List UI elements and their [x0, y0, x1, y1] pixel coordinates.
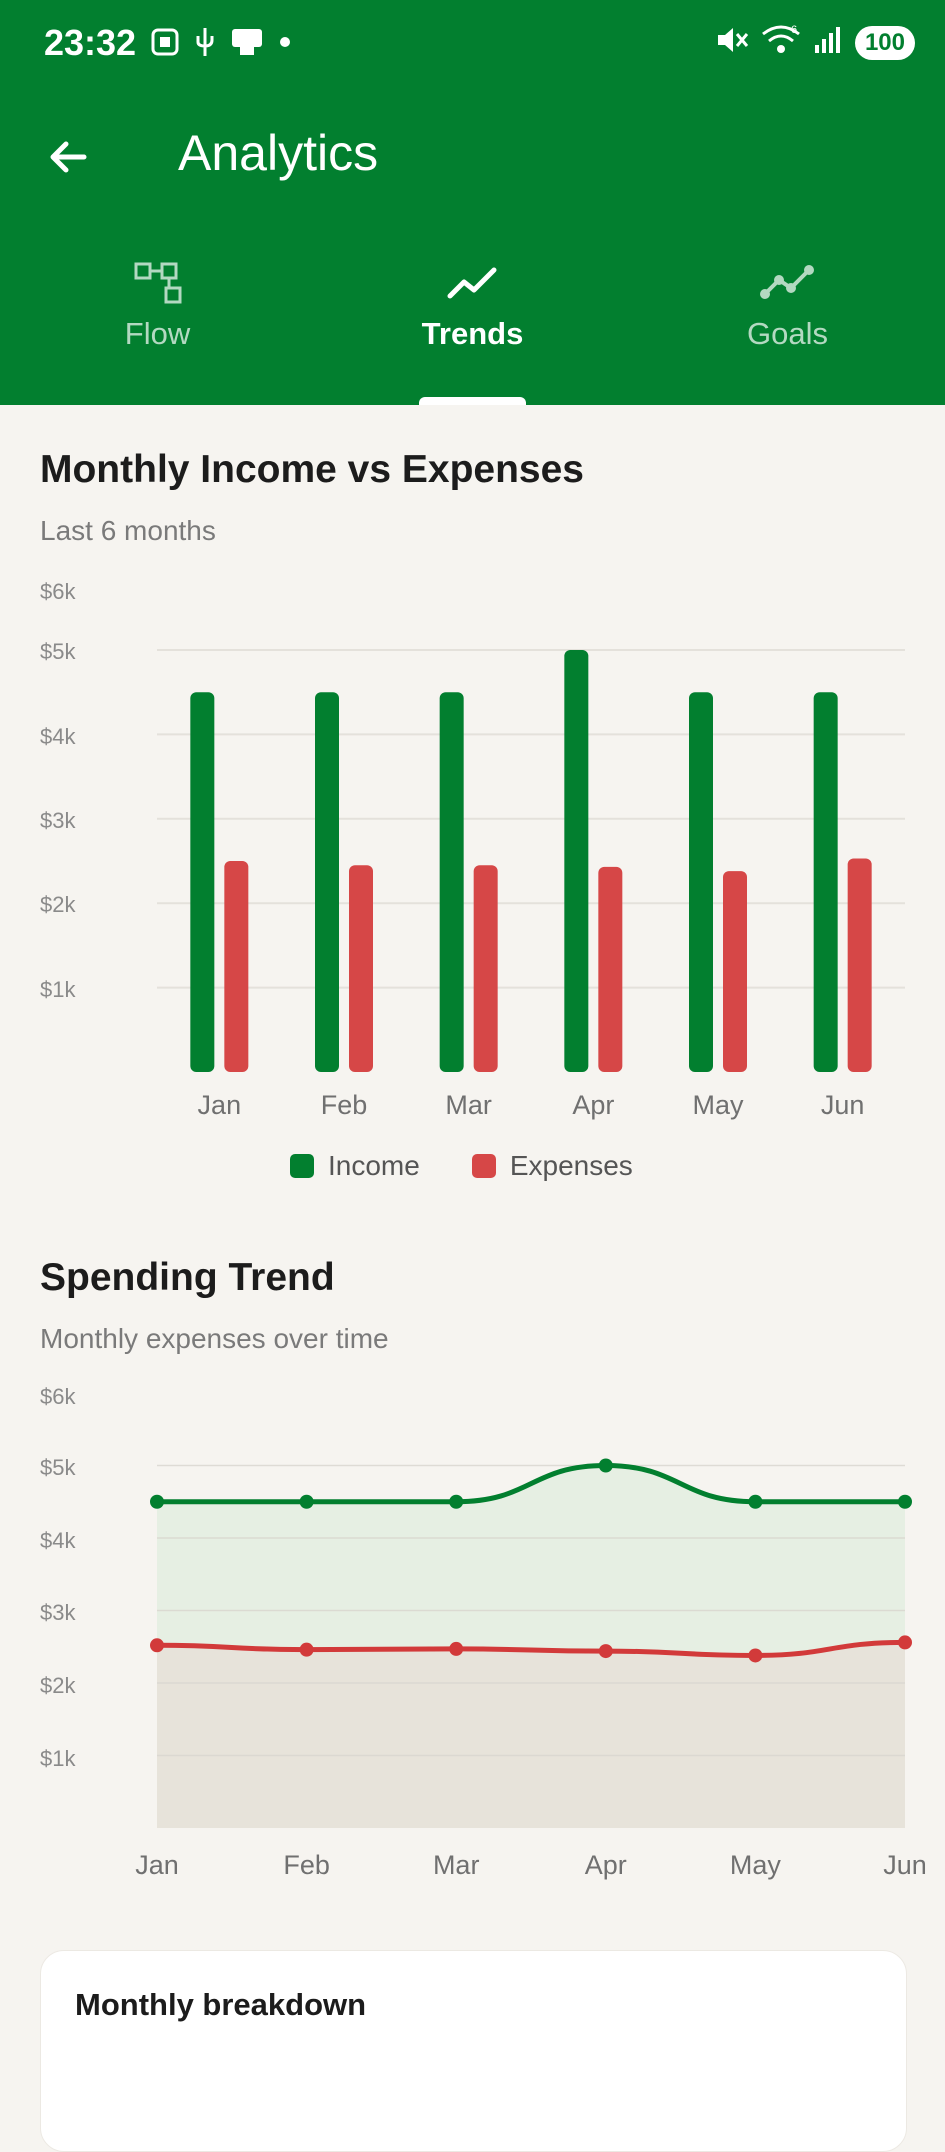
income-point	[150, 1494, 164, 1509]
trend-icon	[447, 267, 496, 299]
income-bar	[689, 692, 713, 1072]
tab-flow[interactable]: Flow	[0, 250, 315, 405]
expenses-bar	[473, 865, 498, 1072]
expenses-bar	[847, 858, 872, 1072]
signal-icon	[813, 25, 843, 60]
income-vs-expenses-subtitle: Last 6 months	[40, 515, 216, 546]
income-bar	[813, 692, 838, 1072]
flow-icon	[134, 262, 181, 304]
tab-flow-label: Flow	[124, 316, 191, 351]
income-bar	[564, 650, 589, 1072]
income-point	[449, 1494, 464, 1509]
battery-icon: 100	[854, 25, 915, 60]
usb-icon	[194, 26, 216, 63]
tab-goals[interactable]: Goals	[630, 250, 945, 405]
income-bar	[315, 692, 339, 1072]
tab-trends[interactable]: Trends	[315, 250, 630, 405]
legend-item-income: Income	[290, 1150, 420, 1182]
income-bar	[439, 692, 464, 1072]
income-point	[748, 1494, 763, 1509]
expenses-point	[449, 1641, 464, 1656]
income-point	[598, 1458, 613, 1473]
expenses-point	[598, 1644, 613, 1659]
mute-icon	[715, 25, 749, 60]
x-tick-label: Apr	[585, 1850, 627, 1880]
x-tick-label: Jan	[135, 1850, 179, 1880]
tab-trends-label: Trends	[421, 316, 524, 351]
status-icons-right: 6 100	[715, 24, 915, 61]
chart-legend: Income Expenses	[290, 1150, 633, 1182]
x-tick-label: May	[692, 1090, 744, 1120]
spending-trend-subtitle: Monthly expenses over time	[40, 1323, 389, 1354]
expenses-bar	[723, 871, 747, 1072]
spending-trend-area-chart: Jan Feb Mar Apr May Jun	[135, 1458, 927, 1880]
page-title: Analytics	[178, 125, 379, 181]
monthly-breakdown-card[interactable]: Monthly breakdown	[40, 1950, 907, 2152]
goals-icon	[759, 265, 814, 299]
tab-indicator	[419, 397, 526, 405]
expenses-point	[748, 1648, 763, 1663]
status-time: 23:32	[44, 22, 137, 63]
expenses-bar	[349, 865, 373, 1072]
income-expenses-bar-chart: Jan Feb Mar Apr May Jun	[157, 649, 905, 1120]
legend-item-expenses: Expenses	[471, 1150, 633, 1182]
income-bar	[190, 692, 215, 1072]
monthly-breakdown-title: Monthly breakdown	[75, 1987, 367, 2022]
legend-swatch-expenses	[471, 1154, 496, 1178]
income-point	[299, 1494, 314, 1509]
y-tick-label: $6k	[40, 1384, 76, 1409]
spending-trend-title: Spending Trend	[40, 1256, 335, 1299]
x-tick-label: Jun	[821, 1090, 865, 1120]
expenses-point	[898, 1635, 912, 1650]
x-tick-label: Mar	[433, 1850, 480, 1880]
arrow-left-icon[interactable]	[44, 132, 94, 182]
x-tick-label: Feb	[321, 1090, 368, 1120]
income-vs-expenses-title: Monthly Income vs Expenses	[40, 448, 585, 491]
tab-goals-label: Goals	[747, 316, 828, 351]
screenshot-icon	[150, 27, 180, 62]
sim-icon	[230, 27, 264, 62]
legend-swatch-income	[290, 1154, 314, 1178]
x-tick-label: Jun	[883, 1850, 927, 1880]
expenses-point	[150, 1638, 164, 1653]
wifi-icon: 6	[761, 24, 801, 61]
app-header: 23:32 6 100 Analytics Flow Trends Goals	[0, 0, 945, 405]
x-tick-label: Apr	[572, 1090, 614, 1120]
x-tick-label: Mar	[445, 1090, 492, 1120]
dot-icon	[278, 35, 292, 54]
wifi-badge: 6	[791, 24, 797, 36]
legend-label-income: Income	[328, 1150, 420, 1181]
status-bar: 23:32 6 100	[0, 0, 945, 90]
expenses-area	[157, 1642, 905, 1828]
x-tick-label: May	[730, 1850, 782, 1880]
status-icons-left	[150, 26, 292, 63]
x-tick-label: Feb	[283, 1850, 330, 1880]
tab-bar: Flow Trends Goals	[0, 250, 945, 405]
expenses-bar	[598, 866, 623, 1072]
app-bar: Analytics	[0, 110, 945, 200]
legend-label-expenses: Expenses	[509, 1150, 633, 1181]
x-tick-label: Jan	[198, 1090, 242, 1120]
expenses-point	[299, 1642, 314, 1657]
expenses-bar	[224, 861, 249, 1072]
income-point	[898, 1494, 912, 1509]
